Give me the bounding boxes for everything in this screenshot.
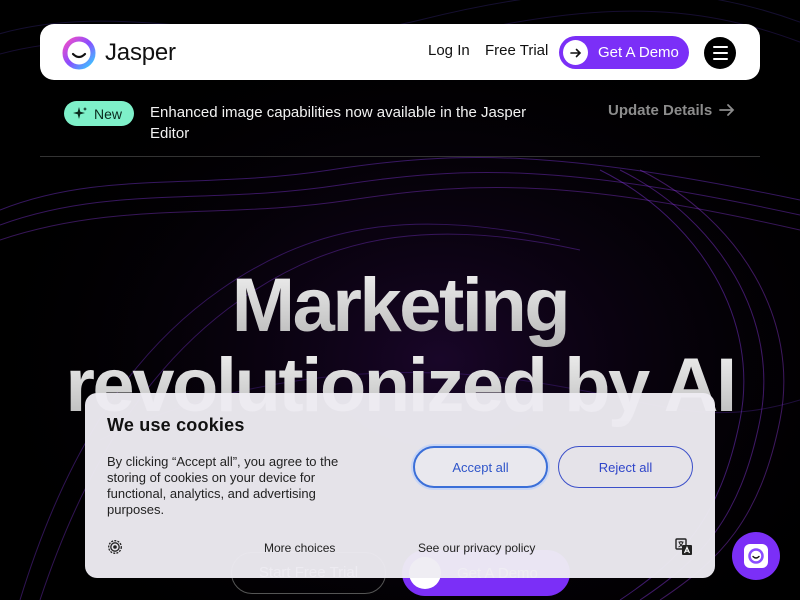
- top-navbar: Jasper Log In Free Trial Get A Demo: [40, 24, 760, 80]
- new-badge-label: New: [94, 105, 123, 122]
- update-details-link[interactable]: Update Details: [608, 101, 736, 119]
- logo-text: Jasper: [105, 39, 176, 66]
- menu-icon-bar: [712, 52, 728, 54]
- announcement-text: Enhanced image capabilities now availabl…: [150, 104, 527, 142]
- new-badge: New: [64, 101, 134, 126]
- reject-all-button[interactable]: Reject all: [558, 446, 693, 488]
- hero-title-line-1: Marketing: [0, 262, 800, 349]
- translate-icon[interactable]: [675, 538, 693, 556]
- chat-widget-button[interactable]: [732, 532, 780, 580]
- more-choices-link[interactable]: More choices: [264, 541, 335, 555]
- sparkle-icon: [73, 106, 87, 119]
- get-demo-button[interactable]: Get A Demo: [559, 36, 689, 69]
- menu-icon-bar: [712, 58, 728, 60]
- update-details-label: Update Details: [608, 101, 713, 119]
- cookie-description: By clicking “Accept all”, you agree to t…: [107, 454, 339, 517]
- cookie-title: We use cookies: [107, 415, 245, 435]
- arrow-right-icon: [563, 40, 588, 65]
- jasper-logo-icon: [62, 36, 96, 70]
- divider: [40, 156, 760, 157]
- cookie-banner: We use cookies By clicking “Accept all”,…: [85, 393, 715, 578]
- free-trial-link[interactable]: Free Trial: [485, 42, 548, 59]
- privacy-policy-link[interactable]: See our privacy policy: [418, 541, 535, 555]
- settings-icon[interactable]: [107, 539, 123, 555]
- jasper-logo[interactable]: Jasper: [62, 36, 176, 70]
- menu-icon-bar: [712, 46, 728, 48]
- menu-button[interactable]: [704, 37, 736, 69]
- get-demo-label: Get A Demo: [598, 44, 679, 61]
- accept-all-button[interactable]: Accept all: [413, 446, 548, 488]
- login-link[interactable]: Log In: [428, 42, 470, 59]
- arrow-right-icon: [719, 104, 735, 116]
- chat-icon: [744, 544, 768, 568]
